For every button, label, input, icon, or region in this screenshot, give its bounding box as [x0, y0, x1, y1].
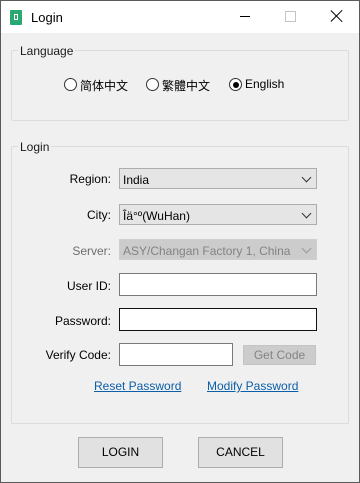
login-group-title: Login	[18, 140, 52, 154]
city-label: City:	[87, 208, 111, 222]
radio-label[interactable]: English	[245, 77, 284, 91]
reset-password-link[interactable]: Reset Password	[94, 379, 181, 393]
app-icon	[10, 10, 22, 25]
close-icon	[331, 9, 343, 23]
verify-code-label: Verify Code:	[45, 348, 111, 362]
modify-password-link[interactable]: Modify Password	[207, 379, 298, 393]
server-label: Server:	[72, 244, 111, 258]
login-button[interactable]: LOGIN	[78, 437, 163, 468]
chevron-down-icon	[301, 243, 312, 254]
radio-circle-checked[interactable]	[229, 78, 242, 91]
title-bar[interactable]: Login	[1, 1, 359, 33]
window-title: Login	[31, 10, 63, 25]
server-value: ASY/Changan Factory 1, China	[123, 244, 291, 258]
chevron-down-icon	[301, 208, 312, 219]
login-window: Login Language 简体中文 繁體中文 English Login R…	[0, 0, 360, 483]
radio-label[interactable]: 繁體中文	[162, 77, 210, 94]
region-value: India	[123, 173, 150, 187]
radio-label[interactable]: 简体中文	[80, 77, 128, 94]
chevron-down-icon	[301, 172, 312, 183]
language-group-title: Language	[18, 44, 76, 58]
password-label: Password:	[54, 314, 111, 328]
close-button[interactable]	[313, 1, 359, 33]
minimize-icon	[240, 16, 250, 17]
user-id-input[interactable]	[119, 273, 317, 296]
region-select[interactable]: India	[119, 168, 317, 189]
cancel-button[interactable]: CANCEL	[198, 437, 283, 468]
region-label: Region:	[69, 172, 111, 186]
server-select: ASY/Changan Factory 1, China	[119, 239, 317, 260]
radio-circle[interactable]	[146, 78, 159, 91]
city-select[interactable]: Îä°º(WuHan)	[119, 204, 317, 225]
password-input[interactable]	[119, 308, 317, 331]
minimize-button[interactable]	[221, 1, 267, 33]
verify-code-input[interactable]	[119, 343, 233, 366]
radio-circle[interactable]	[64, 78, 77, 91]
maximize-icon	[285, 11, 296, 22]
maximize-button	[267, 1, 313, 33]
user-id-label: User ID:	[66, 279, 111, 293]
get-code-button: Get Code	[243, 345, 316, 365]
city-value: Îä°º(WuHan)	[123, 209, 190, 223]
